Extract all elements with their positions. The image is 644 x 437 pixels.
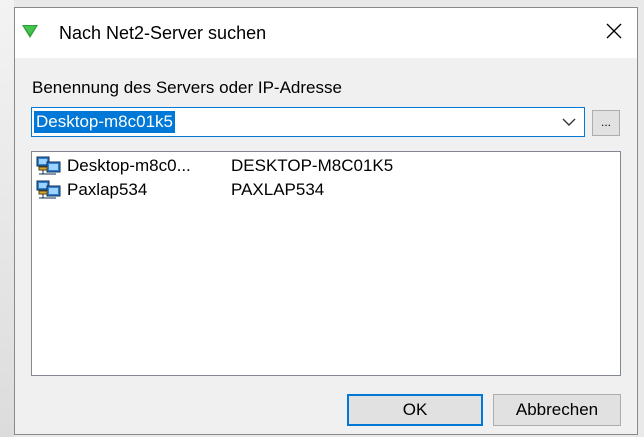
search-server-dialog: Nach Net2-Server suchen Benennung des Se… (14, 7, 638, 435)
server-host: DESKTOP-M8C01K5 (231, 156, 394, 175)
server-combobox[interactable]: Desktop-m8c01k5 (31, 107, 585, 137)
ok-button[interactable]: OK (347, 394, 483, 426)
network-computer-icon (36, 156, 62, 181)
browse-button[interactable]: ... (592, 110, 620, 136)
close-icon (605, 22, 623, 45)
server-name: Paxlap534 (67, 180, 148, 199)
list-item[interactable]: Paxlap534 PAXLAP534 (36, 179, 596, 201)
green-triangle-down-icon (21, 23, 39, 44)
cancel-button[interactable]: Abbrechen (493, 394, 621, 426)
list-item[interactable]: Desktop-m8c0... DESKTOP-M8C01K5 (36, 155, 596, 177)
background (0, 0, 14, 437)
server-host: PAXLAP534 (231, 180, 325, 199)
close-button[interactable] (591, 8, 637, 58)
chevron-down-icon[interactable] (558, 108, 580, 136)
title-bar: Nach Net2-Server suchen (15, 8, 637, 58)
server-input[interactable]: Desktop-m8c01k5 (34, 111, 176, 133)
server-name: Desktop-m8c0... (67, 156, 191, 175)
window-title: Nach Net2-Server suchen (59, 23, 267, 43)
server-label: Benennung des Servers oder IP-Adresse (32, 78, 342, 97)
network-computer-icon (36, 180, 62, 205)
server-list[interactable]: Desktop-m8c0... DESKTOP-M8C01K5 Paxlap53… (31, 151, 621, 376)
